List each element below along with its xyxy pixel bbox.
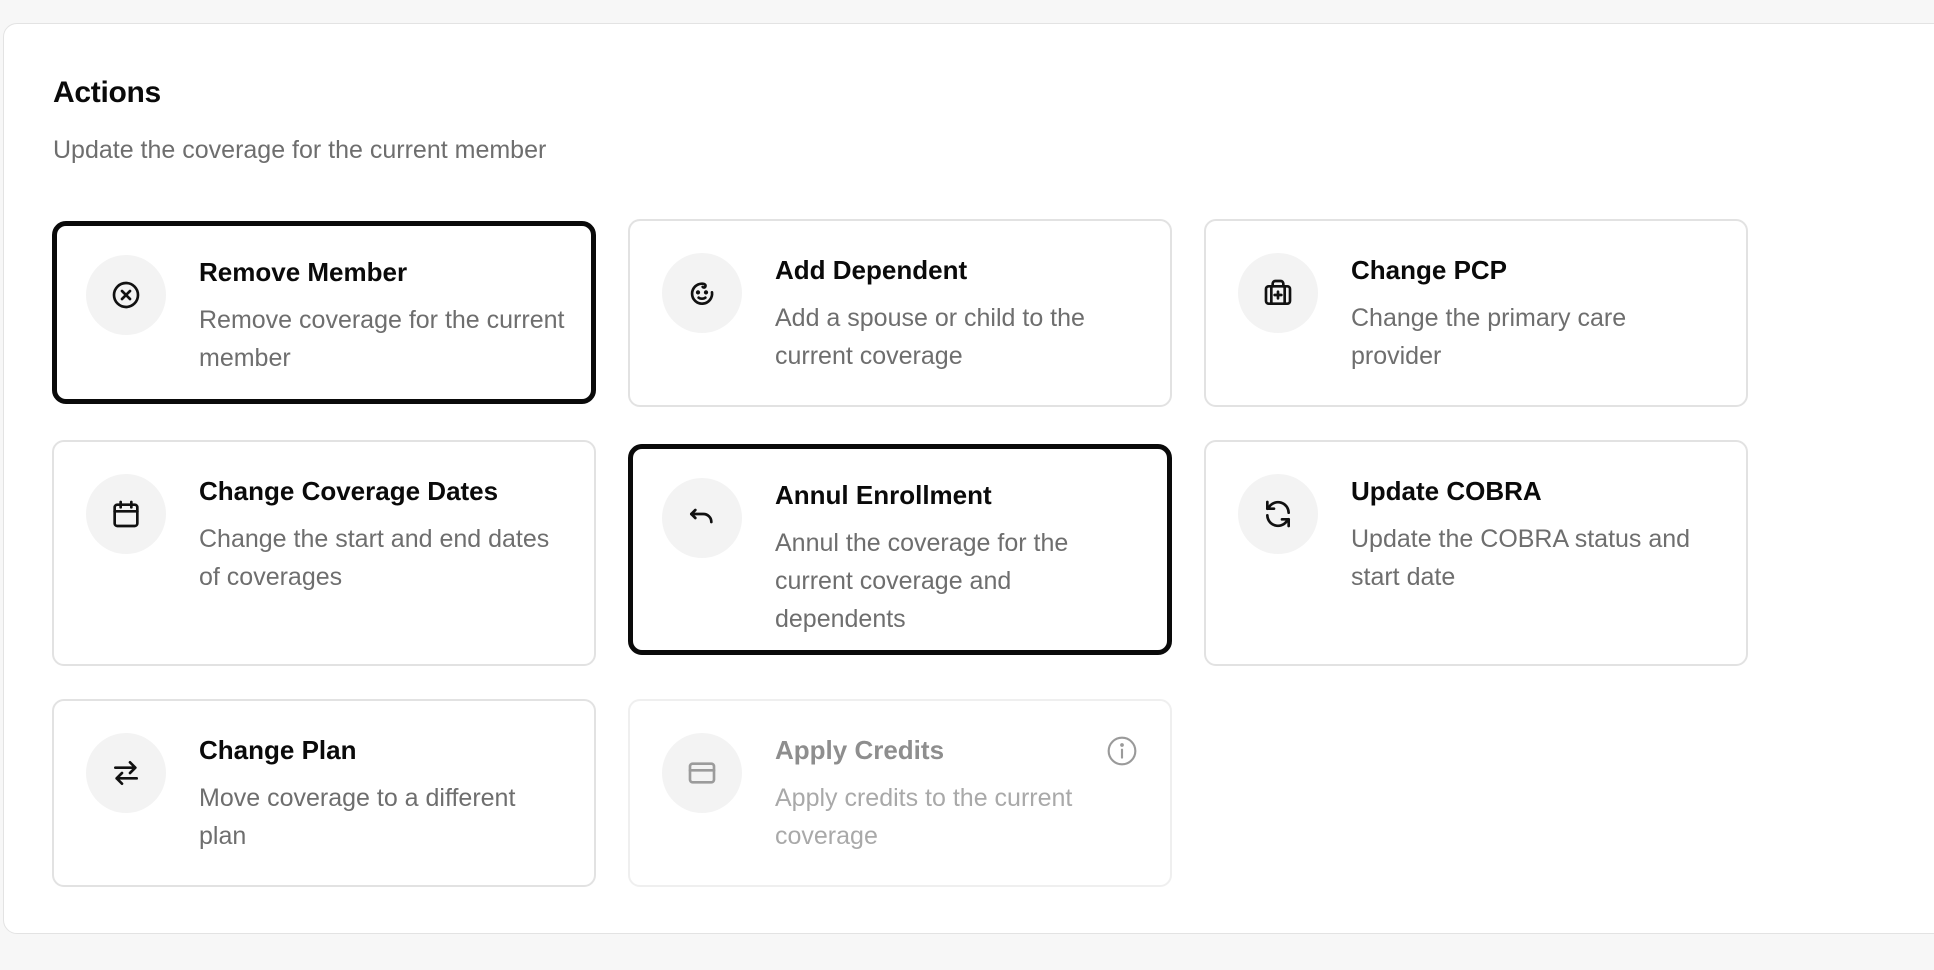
action-card-update-cobra[interactable]: Update COBRA Update the COBRA status and…: [1204, 440, 1748, 666]
undo-icon: [662, 478, 742, 558]
action-card-add-dependent[interactable]: Add Dependent Add a spouse or child to t…: [628, 219, 1172, 407]
action-title: Remove Member: [199, 257, 408, 287]
panel-subtitle: Update the coverage for the current memb…: [53, 136, 547, 164]
action-title: Change Plan: [199, 735, 357, 765]
action-title: Add Dependent: [775, 255, 968, 285]
action-description: Move coverage to a different plan: [199, 784, 516, 850]
action-card-change-coverage-dates[interactable]: Change Coverage Dates Change the start a…: [52, 440, 596, 666]
action-title: Annul Enrollment: [775, 480, 992, 510]
action-description: Add a spouse or child to the current cov…: [775, 304, 1085, 370]
panel-title: Actions: [53, 76, 161, 109]
info-icon[interactable]: [1106, 735, 1138, 767]
action-card-change-pcp[interactable]: Change PCP Change the primary care provi…: [1204, 219, 1748, 407]
action-description: Change the start and end dates of covera…: [199, 525, 550, 591]
baby-face-icon: [662, 253, 742, 333]
action-card-annul-enrollment[interactable]: Annul Enrollment Annul the coverage for …: [628, 444, 1172, 655]
action-title: Apply Credits: [775, 735, 945, 765]
action-card-change-plan[interactable]: Change Plan Move coverage to a different…: [52, 699, 596, 887]
action-card-apply-credits: Apply Credits Apply credits to the curre…: [628, 699, 1172, 887]
action-title: Update COBRA: [1351, 476, 1542, 506]
action-description: Remove coverage for the current member: [199, 306, 565, 372]
refresh-icon: [1238, 474, 1318, 554]
swap-arrows-icon: [86, 733, 166, 813]
action-title: Change Coverage Dates: [199, 476, 499, 506]
action-description: Apply credits to the current coverage: [775, 784, 1073, 850]
credit-card-icon: [662, 733, 742, 813]
action-description: Annul the coverage for the current cover…: [775, 529, 1069, 633]
action-description: Change the primary care provider: [1351, 304, 1627, 370]
medical-bag-icon: [1238, 253, 1318, 333]
calendar-icon: [86, 474, 166, 554]
action-card-remove-member[interactable]: Remove Member Remove coverage for the cu…: [52, 221, 596, 404]
action-title: Change PCP: [1351, 255, 1508, 285]
action-description: Update the COBRA status and start date: [1351, 525, 1691, 591]
x-circle-icon: [86, 255, 166, 335]
